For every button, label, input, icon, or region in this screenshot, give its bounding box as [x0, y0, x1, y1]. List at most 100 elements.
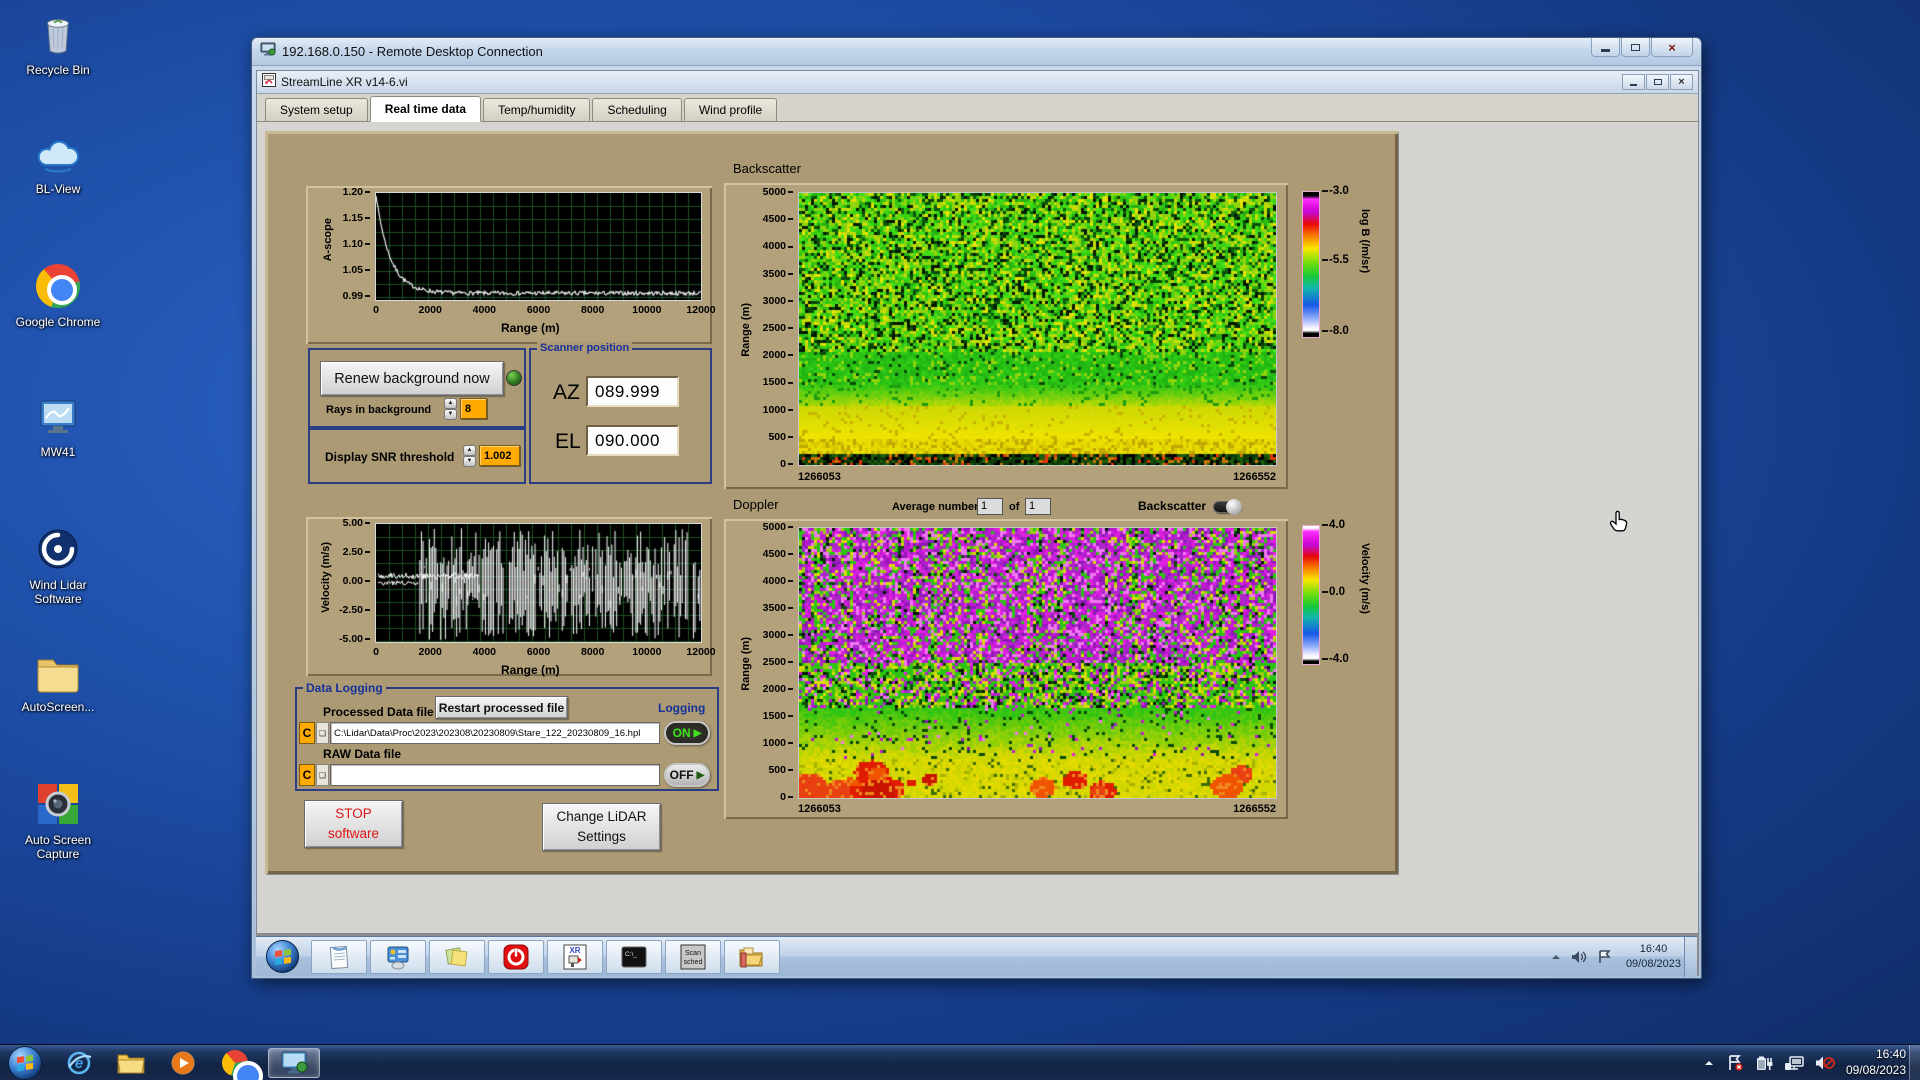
taskbar-scan-scheduler-button[interactable]: Scan sched — [665, 940, 721, 974]
desktop-icon-bl-view[interactable]: BL-View — [6, 133, 110, 197]
vi-minimize-button[interactable] — [1622, 74, 1645, 90]
tab-temp-humidity[interactable]: Temp/humidity — [483, 98, 591, 121]
rays-spinner[interactable]: ▲ ▼ — [444, 398, 457, 420]
raw-path-field[interactable] — [330, 764, 660, 786]
doppler-x-start: 1266053 — [798, 803, 841, 815]
taskbar-remote-desktop-button[interactable] — [268, 1048, 320, 1078]
axis-tick: 1500 — [763, 376, 793, 388]
axis-tick: 12000 — [686, 304, 716, 316]
snr-spinner[interactable]: ▲ ▼ — [463, 445, 476, 467]
vi-window: StreamLine XR v14-6.vi × System setup Rea… — [256, 70, 1699, 934]
raw-browse-icon[interactable]: ❏ — [316, 764, 329, 786]
desktop-icon-google-chrome[interactable]: Google Chrome — [6, 264, 110, 330]
snr-value[interactable]: 1.002 — [479, 445, 520, 466]
average-total-field[interactable]: 1 — [1025, 498, 1051, 515]
taskbar-display-settings-button[interactable] — [370, 940, 426, 974]
colorbar-tick: 4.0 — [1322, 519, 1345, 531]
tab-scheduling[interactable]: Scheduling — [592, 98, 682, 121]
vi-close-button[interactable]: × — [1670, 74, 1693, 90]
host-clock[interactable]: 16:40 09/08/2023 — [1846, 1047, 1906, 1078]
desktop-icon-label: Google Chrome — [15, 315, 101, 329]
processed-path-field[interactable]: C:\Lidar\Data\Proc\2023\202308\20230809\… — [330, 722, 660, 744]
notepad-icon — [329, 945, 349, 970]
desktop-icon-mw41[interactable]: MW41 — [6, 396, 110, 460]
network-icon[interactable] — [1784, 1055, 1804, 1071]
restart-processed-file-button[interactable]: Restart processed file — [435, 696, 568, 719]
volume-muted-icon[interactable] — [1815, 1055, 1835, 1071]
axis-tick: 0.00 — [343, 575, 370, 587]
axis-tick: 1000 — [763, 737, 793, 749]
rdp-minimize-button[interactable] — [1591, 38, 1620, 57]
volume-icon[interactable] — [1571, 950, 1588, 964]
processed-drive-box[interactable]: C — [299, 722, 315, 744]
rdp-maximize-button[interactable] — [1621, 38, 1650, 57]
svg-text:Scan: Scan — [685, 950, 701, 957]
desktop: Recycle Bin BL-View Google Chrome MW41 Wind … — [0, 0, 1920, 1080]
tab-system-setup[interactable]: System setup — [265, 98, 368, 121]
backscatter-toggle-switch[interactable] — [1213, 499, 1242, 515]
vi-titlebar[interactable]: StreamLine XR v14-6.vi × — [257, 71, 1698, 94]
doppler-title: Doppler — [733, 497, 779, 512]
remote-clock[interactable]: 16:40 09/08/2023 — [1626, 942, 1681, 972]
desktop-icon-wind-lidar[interactable]: Wind Lidar Software — [6, 527, 110, 607]
on-arrow-icon: ▶ — [693, 727, 702, 739]
axis-tick: 3000 — [763, 295, 793, 307]
battery-power-icon[interactable] — [1755, 1055, 1773, 1071]
axis-tick: 2000 — [418, 646, 442, 658]
el-value-field[interactable]: 090.000 — [586, 425, 679, 456]
processed-logging-toggle[interactable]: ON ▶ — [664, 721, 710, 745]
axis-tick: 1.05 — [343, 264, 370, 276]
desktop-icon-recycle-bin[interactable]: Recycle Bin — [6, 10, 110, 78]
taskbar-stop-software-button[interactable] — [488, 940, 544, 974]
raw-drive-box[interactable]: C — [299, 764, 315, 786]
taskbar-sticky-notes-button[interactable] — [429, 940, 485, 974]
processed-browse-icon[interactable]: ❏ — [316, 722, 329, 744]
wind-lidar-icon — [6, 527, 110, 576]
average-number-field[interactable]: 1 — [977, 498, 1003, 515]
taskbar-command-prompt-button[interactable]: C:\_ — [606, 940, 662, 974]
renew-background-button[interactable]: Renew background now — [320, 361, 504, 396]
rdp-titlebar[interactable]: 192.168.0.150 - Remote Desktop Connectio… — [252, 38, 1701, 66]
colorbar-tick: -4.0 — [1322, 653, 1349, 665]
backscatter-graph: Range (m) 5000 4500 4000 3500 3000 2500 2000 15… — [724, 183, 1288, 489]
tab-wind-profile[interactable]: Wind profile — [683, 98, 778, 121]
rdp-window: 192.168.0.150 - Remote Desktop Connectio… — [251, 37, 1702, 979]
taskbar-windows-explorer-button[interactable] — [110, 1048, 152, 1078]
axis-tick: 5000 — [763, 186, 793, 198]
taskbar-notepad-button[interactable] — [311, 940, 367, 974]
axis-tick: 3500 — [763, 602, 793, 614]
taskbar-media-player-button[interactable] — [162, 1048, 204, 1078]
tab-real-time-data[interactable]: Real time data — [369, 96, 482, 122]
host-start-button[interactable] — [8, 1046, 42, 1080]
taskbar-file-explorer-button[interactable] — [724, 940, 780, 974]
tray-expand-icon[interactable] — [1703, 1058, 1715, 1068]
rays-value[interactable]: 8 — [460, 398, 487, 419]
taskbar-chrome-button[interactable] — [214, 1048, 263, 1080]
velocity-graph: Velocity (m/s) 5.00 2.50 0.00 -2.50 -5.00 0 20… — [306, 517, 716, 677]
host-show-desktop-button[interactable] — [1909, 1045, 1920, 1080]
remote-start-button[interactable] — [266, 940, 299, 973]
remote-show-desktop-button[interactable] — [1684, 937, 1697, 977]
taskbar-internet-explorer-button[interactable]: e — [58, 1048, 100, 1078]
raw-logging-toggle[interactable]: OFF ▶ — [664, 763, 710, 787]
action-center-flag-icon[interactable] — [1726, 1055, 1744, 1071]
desktop-icon-auto-screen-capture[interactable]: Auto Screen Capture — [6, 782, 110, 862]
axis-tick: 2000 — [763, 683, 793, 695]
axis-tick: 5000 — [763, 521, 793, 533]
axis-tick: 0.99 — [343, 290, 370, 302]
google-chrome-icon — [6, 264, 110, 313]
internet-explorer-icon: e — [67, 1051, 92, 1075]
az-value-field[interactable]: 089.999 — [586, 376, 679, 407]
chrome-icon — [222, 1050, 263, 1080]
vi-maximize-button[interactable] — [1646, 74, 1669, 90]
action-center-flag-icon[interactable] — [1597, 950, 1613, 964]
change-lidar-settings-button[interactable]: Change LiDAR Settings — [542, 803, 661, 851]
colorbar-tick: -5.5 — [1322, 254, 1349, 266]
desktop-icon-autoscreen-folder[interactable]: AutoScreen... — [6, 653, 110, 715]
taskbar-streamline-xr-button[interactable]: XR — [547, 940, 603, 974]
doppler-graph: Range (m) 5000 4500 4000 3500 3000 2500 2000 15… — [724, 519, 1288, 819]
vi-window-title: StreamLine XR v14-6.vi — [281, 75, 408, 89]
rdp-close-button[interactable]: × — [1651, 38, 1693, 57]
tray-expand-icon[interactable] — [1550, 952, 1562, 962]
stop-software-button[interactable]: STOP software — [304, 800, 403, 848]
